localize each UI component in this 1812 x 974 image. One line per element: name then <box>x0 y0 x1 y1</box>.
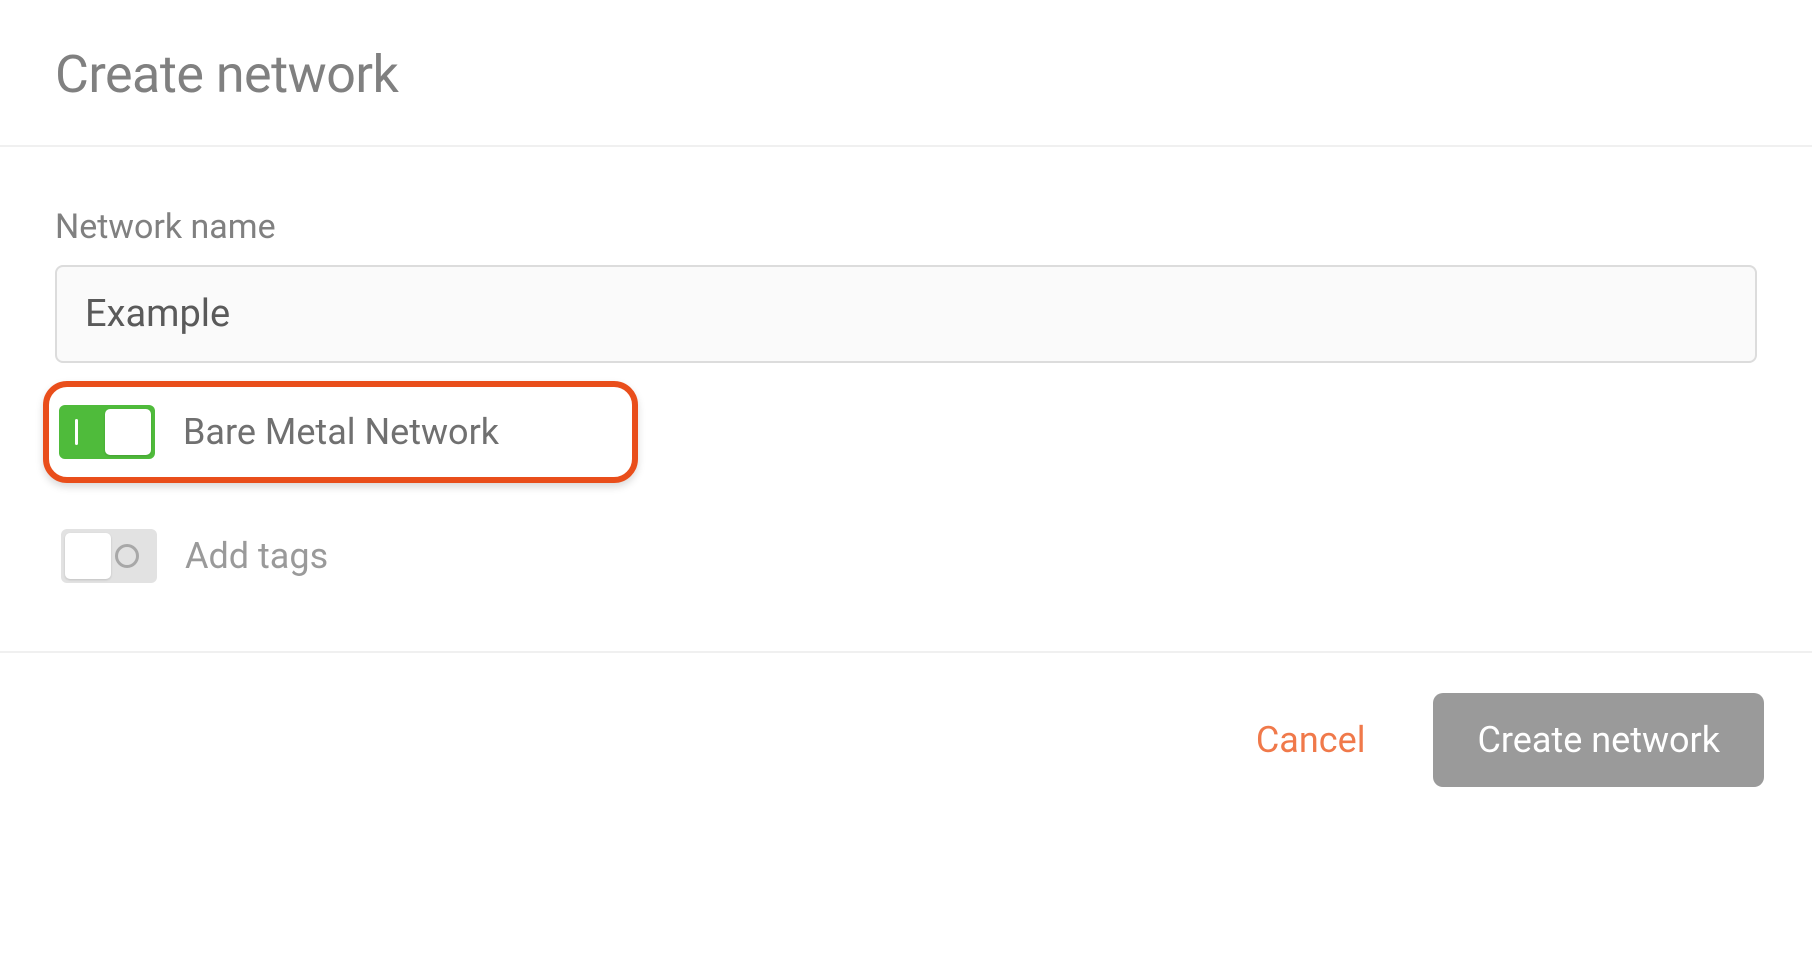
bare-metal-toggle[interactable] <box>59 405 155 459</box>
toggle-knob-icon <box>105 409 151 455</box>
bare-metal-row: Bare Metal Network <box>43 381 638 483</box>
dialog-body: Network name Bare Metal Network Add tags <box>0 147 1812 653</box>
create-network-button[interactable]: Create network <box>1433 693 1764 787</box>
create-network-dialog: Create network Network name Bare Metal N… <box>0 0 1812 827</box>
network-name-label: Network name <box>55 207 1757 247</box>
dialog-footer: Cancel Create network <box>0 653 1812 827</box>
bare-metal-label: Bare Metal Network <box>183 411 499 453</box>
toggle-knob-icon <box>65 533 111 579</box>
add-tags-label: Add tags <box>185 535 328 577</box>
network-name-field: Network name <box>55 207 1757 363</box>
add-tags-toggle[interactable] <box>61 529 157 583</box>
dialog-header: Create network <box>0 0 1812 147</box>
cancel-button[interactable]: Cancel <box>1244 711 1378 769</box>
network-name-input[interactable] <box>55 265 1757 363</box>
add-tags-row: Add tags <box>61 511 1757 601</box>
dialog-title: Create network <box>55 44 1757 105</box>
